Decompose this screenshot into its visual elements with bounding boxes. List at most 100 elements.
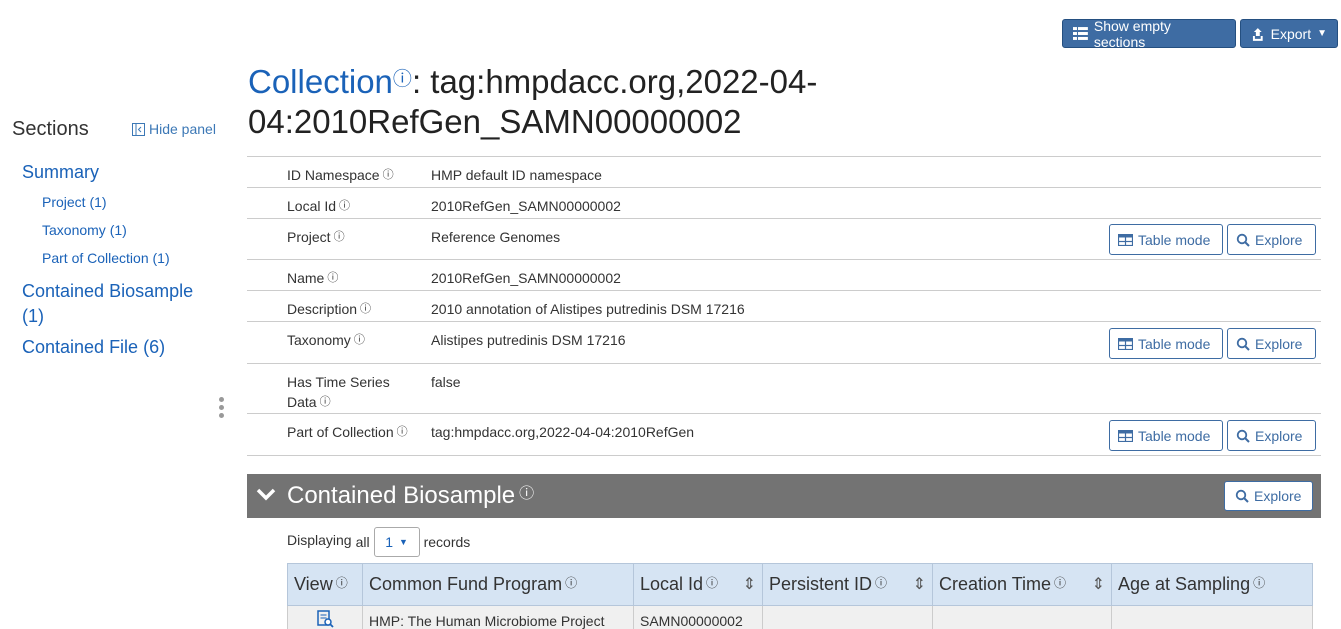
summary-row-taxonomy: Taxonomy ⓘ Alistipes putredinis DSM 17216…	[247, 322, 1321, 364]
persistent-id-cell	[762, 605, 933, 629]
id-namespace-link[interactable]: HMP default ID namespace	[431, 165, 602, 185]
hide-panel-button[interactable]: Hide panel	[132, 121, 216, 137]
info-icon[interactable]: ⓘ	[706, 576, 718, 590]
search-icon	[1236, 337, 1250, 351]
sidebar-item-taxonomy[interactable]: Taxonomy (1)	[42, 222, 127, 238]
export-icon	[1252, 27, 1263, 41]
info-icon[interactable]: ⓘ	[875, 576, 887, 590]
row-label: Has Time Series Data ⓘ	[287, 374, 390, 412]
column-header-age-at-sampling: Age at Sampling ⓘ	[1111, 563, 1313, 606]
column-header-local-id[interactable]: Local Id ⓘ ⇕	[633, 563, 763, 606]
records-label: records	[423, 534, 471, 550]
info-icon[interactable]: ⓘ	[336, 576, 348, 590]
view-cell	[287, 605, 363, 629]
show-empty-sections-label: Show empty sections	[1093, 17, 1171, 50]
info-icon[interactable]: ⓘ	[334, 227, 345, 247]
biosample-records-table: View ⓘ Common Fund Program ⓘ Local Id ⓘ ⇕ Pe…	[287, 563, 1313, 629]
caret-down-icon: ▼	[1317, 28, 1327, 39]
table-icon	[1118, 337, 1133, 350]
local-id-cell: SAMN00000002	[633, 605, 763, 629]
row-label: Part of Collection ⓘ	[287, 422, 408, 442]
summary-row-name: Name ⓘ 2010RefGen_SAMN00000002	[247, 260, 1321, 291]
info-icon[interactable]: ⓘ	[397, 422, 408, 442]
info-icon[interactable]: ⓘ	[519, 485, 534, 502]
sidebar-item-contained-file[interactable]: Contained File (6)	[22, 337, 165, 358]
column-header-view: View ⓘ	[287, 563, 363, 606]
taxonomy-link[interactable]: Alistipes putredinis DSM 17216	[431, 330, 626, 350]
summary-table: ID Namespace ⓘ HMP default ID namespace L…	[247, 156, 1321, 456]
section-title: Contained Biosample ⓘ	[287, 482, 535, 509]
info-icon[interactable]: ⓘ	[327, 268, 338, 288]
table-icon	[1118, 233, 1133, 246]
sort-icon[interactable]: ⇕	[743, 574, 756, 594]
displaying-label: Displaying	[287, 532, 352, 548]
program-cell: HMP: The Human Microbiome Project	[362, 605, 634, 629]
row-label: Taxonomy ⓘ	[287, 330, 365, 350]
info-icon[interactable]: ⓘ	[1054, 576, 1066, 590]
row-label: Name ⓘ	[287, 268, 339, 288]
part-of-collection-link[interactable]: tag:hmpdacc.org,2022-04-04:2010RefGen	[431, 422, 694, 442]
info-icon[interactable]: ⓘ	[320, 392, 331, 412]
contained-biosample-header: Contained Biosample ⓘ Explore	[247, 474, 1321, 518]
project-explore-button[interactable]: Explore	[1227, 224, 1316, 255]
taxonomy-explore-button[interactable]: Explore	[1227, 328, 1316, 359]
time-series-value: false	[431, 374, 461, 390]
biosample-explore-button[interactable]: Explore	[1224, 481, 1313, 511]
search-icon	[1236, 429, 1250, 443]
panel-resize-handle[interactable]	[219, 397, 225, 421]
sidebar-item-project[interactable]: Project (1)	[42, 194, 107, 210]
sidebar-item-contained-biosample[interactable]: Contained Biosample (1)	[22, 279, 202, 329]
summary-row-description: Description ⓘ 2010 annotation of Alistipe…	[247, 291, 1321, 322]
list-icon	[1073, 27, 1088, 40]
summary-row-local-id: Local Id ⓘ 2010RefGen_SAMN00000002	[247, 188, 1321, 219]
view-record-icon[interactable]	[316, 610, 334, 628]
export-button[interactable]: Export ▼	[1240, 19, 1338, 48]
collection-explore-button[interactable]: Explore	[1227, 420, 1316, 451]
chevron-down-icon[interactable]	[255, 483, 277, 505]
local-id-value: 2010RefGen_SAMN00000002	[431, 198, 621, 214]
info-icon[interactable]: ⓘ	[565, 576, 577, 590]
all-label: all	[355, 534, 370, 550]
summary-row-part-of-collection: Part of Collection ⓘ tag:hmpdacc.org,2022…	[247, 414, 1321, 456]
column-header-common-fund-program: Common Fund Program ⓘ	[362, 563, 634, 606]
info-icon[interactable]: ⓘ	[339, 196, 350, 216]
row-label: Description ⓘ	[287, 299, 372, 319]
collapse-panel-icon	[132, 122, 145, 136]
creation-time-cell	[932, 605, 1112, 629]
row-label: Project ⓘ	[287, 227, 345, 247]
taxonomy-table-mode-button[interactable]: Table mode	[1109, 328, 1223, 359]
row-label: Local Id ⓘ	[287, 196, 351, 216]
info-icon[interactable]: ⓘ	[354, 330, 365, 350]
summary-row-time-series: Has Time Series Data ⓘ false	[247, 364, 1321, 414]
info-icon[interactable]: ⓘ	[393, 69, 412, 90]
page-size-control: Displaying all 1 ▼ records	[287, 527, 470, 557]
table-row: HMP: The Human Microbiome Project SAMN00…	[287, 605, 1313, 629]
sections-title: Sections	[12, 118, 89, 140]
caret-down-icon: ▼	[399, 537, 408, 547]
description-value: 2010 annotation of Alistipes putredinis …	[431, 301, 745, 317]
info-icon[interactable]: ⓘ	[360, 299, 371, 319]
table-icon	[1118, 429, 1133, 442]
project-table-mode-button[interactable]: Table mode	[1109, 224, 1223, 255]
sidebar-item-part-of-collection[interactable]: Part of Collection (1)	[42, 250, 170, 266]
entity-type-label[interactable]: Collection	[248, 63, 393, 100]
search-icon	[1235, 489, 1249, 503]
export-label: Export	[1270, 25, 1312, 42]
show-empty-sections-button[interactable]: Show empty sections	[1062, 17, 1236, 50]
sidebar-item-summary[interactable]: Summary	[22, 162, 99, 183]
column-header-creation-time[interactable]: Creation Time ⓘ ⇕	[932, 563, 1112, 606]
sort-icon[interactable]: ⇕	[913, 574, 926, 594]
search-icon	[1236, 233, 1250, 247]
info-icon[interactable]: ⓘ	[1253, 576, 1265, 590]
summary-row-project: Project ⓘ Reference Genomes Table mode Ex…	[247, 219, 1321, 260]
info-icon[interactable]: ⓘ	[383, 165, 394, 185]
project-link[interactable]: Reference Genomes	[431, 227, 560, 247]
page-title: Collectionⓘ: tag:hmpdacc.org,2022-04-04:…	[248, 62, 888, 142]
collection-table-mode-button[interactable]: Table mode	[1109, 420, 1223, 451]
hide-panel-label: Hide panel	[149, 121, 216, 137]
summary-row-id-namespace: ID Namespace ⓘ HMP default ID namespace	[247, 157, 1321, 188]
sort-icon[interactable]: ⇕	[1092, 574, 1105, 594]
column-header-persistent-id[interactable]: Persistent ID ⓘ ⇕	[762, 563, 933, 606]
age-cell	[1111, 605, 1313, 629]
page-size-select[interactable]: 1 ▼	[373, 527, 420, 557]
